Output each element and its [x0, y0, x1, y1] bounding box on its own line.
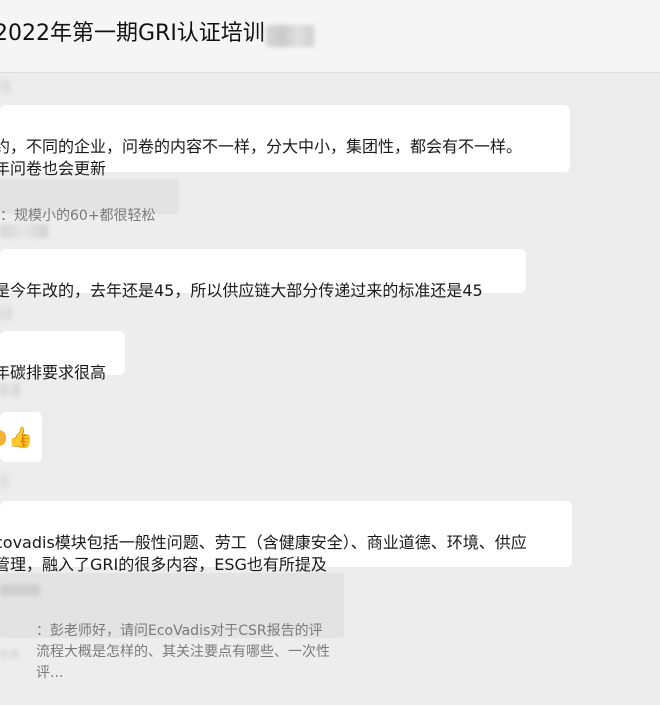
redacted-member-count	[266, 25, 314, 47]
sender-name-redacted	[0, 474, 8, 488]
message-text: covadis模块包括一般性问题、劳工（含健康安全）、商业道德、环境、供应 管理…	[0, 533, 527, 574]
message-bubble[interactable]: 年碳排要求很高	[0, 331, 125, 382]
sender-name-redacted	[0, 80, 10, 94]
quoted-message[interactable]: ：彭老师好，请问EcoVadis对于CSR报告的评 流程大概是怎样的、其关注要点…	[0, 573, 344, 681]
sender-name-redacted	[0, 383, 20, 397]
message-text: 年碳排要求很高	[0, 363, 107, 382]
quoted-message-text: ：彭老师好，请问EcoVadis对于CSR报告的评 流程大概是怎样的、其关注要点…	[36, 623, 330, 681]
message-bubble[interactable]: 👍	[0, 412, 42, 462]
message-bubble[interactable]: 是今年改的，去年还是45，所以供应链大部分传递过来的标准还是45	[0, 249, 526, 300]
chat-title: 2022年第一期GRI认证培训	[0, 21, 265, 46]
thumbs-up-icon: 👍	[8, 425, 33, 449]
sender-name-redacted	[0, 224, 48, 238]
quoted-sender-redacted	[0, 584, 40, 596]
chat-header: 2022年第一期GRI认证培训	[0, 0, 660, 73]
quoted-message[interactable]: ：规模小的60+都很轻松	[0, 179, 179, 224]
sender-name-redacted	[0, 306, 12, 320]
emoji-icon	[0, 430, 6, 446]
message-bubble[interactable]: 约，不同的企业，问卷的内容不一样，分大中小，集团性，都会有不一样。 年问卷也会更…	[0, 105, 570, 178]
sender-name-redacted	[0, 650, 18, 658]
message-text: 约，不同的企业，问卷的内容不一样，分大中小，集团性，都会有不一样。 年问卷也会更…	[0, 137, 523, 178]
message-bubble[interactable]: covadis模块包括一般性问题、劳工（含健康安全）、商业道德、环境、供应 管理…	[0, 501, 572, 574]
message-text: 是今年改的，去年还是45，所以供应链大部分传递过来的标准还是45	[0, 281, 483, 300]
